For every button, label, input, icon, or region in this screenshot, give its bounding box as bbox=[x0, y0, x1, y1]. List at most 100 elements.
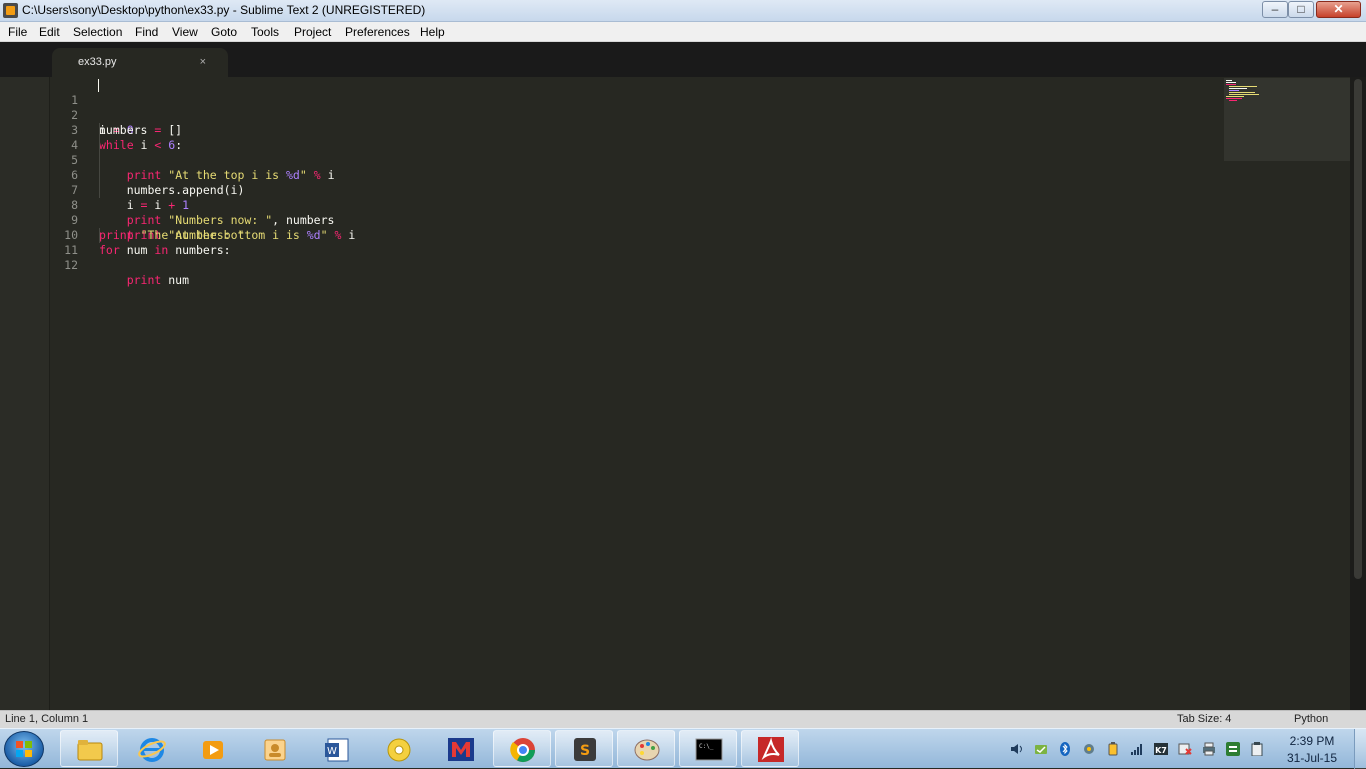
contacts-icon bbox=[264, 739, 286, 761]
taskbar-word[interactable]: W bbox=[307, 730, 365, 767]
code-line: 2 numbers = [] bbox=[50, 93, 1220, 137]
menu-file[interactable]: File bbox=[8, 25, 27, 39]
sync-icon[interactable] bbox=[1034, 742, 1048, 756]
minimap-line bbox=[1229, 90, 1239, 91]
minimap-line bbox=[1229, 92, 1255, 93]
indent-guide bbox=[99, 168, 100, 183]
signal-icon[interactable] bbox=[1130, 742, 1144, 756]
menu-bar: File Edit Selection Find View Goto Tools… bbox=[0, 22, 1366, 42]
minimap-line bbox=[1226, 98, 1242, 99]
taskbar-explorer[interactable] bbox=[60, 730, 118, 767]
sidebar-strip bbox=[0, 77, 50, 710]
indent-guide bbox=[99, 228, 100, 243]
taskbar-media-player[interactable] bbox=[183, 730, 241, 767]
taskbar-chrome[interactable] bbox=[493, 730, 551, 767]
chrome-icon bbox=[510, 738, 535, 763]
menu-tools[interactable]: Tools bbox=[251, 25, 279, 39]
taskbar-sublime-text[interactable]: S bbox=[555, 730, 613, 767]
printer-icon[interactable] bbox=[1202, 742, 1216, 756]
mcafee-icon bbox=[448, 738, 474, 761]
disconnected-icon[interactable] bbox=[1178, 742, 1192, 756]
show-desktop-button[interactable] bbox=[1354, 729, 1366, 769]
indent-guide bbox=[99, 183, 100, 198]
menu-edit[interactable]: Edit bbox=[39, 25, 60, 39]
code-line: 4 print "At the top i is %d" % i bbox=[50, 123, 1220, 182]
code-line: 10 for num in numbers: bbox=[50, 213, 1220, 257]
folder-icon bbox=[77, 740, 103, 761]
command-prompt-icon: C:\_ bbox=[695, 738, 723, 761]
status-bar: Line 1, Column 1 Tab Size: 4 Python bbox=[0, 710, 1366, 728]
tab-ex33[interactable]: ex33.py × bbox=[52, 48, 228, 77]
indent-guide bbox=[99, 138, 100, 153]
volume-icon[interactable] bbox=[1010, 742, 1024, 756]
taskbar-internet-explorer[interactable] bbox=[122, 730, 180, 767]
minimap-line bbox=[1229, 94, 1259, 95]
windows-flag-icon bbox=[16, 741, 32, 757]
clock-date[interactable]: 31-Jul-15 bbox=[1282, 751, 1342, 765]
internet-explorer-icon bbox=[138, 738, 166, 762]
code-line: 12 bbox=[50, 243, 1220, 272]
media-player-icon bbox=[203, 741, 223, 759]
code-editor[interactable]: 1 i = 0 2 numbers = [] 3 while i < 6: 4 … bbox=[50, 77, 1350, 710]
code-line: 11 print num bbox=[50, 228, 1220, 287]
scroll-thumb[interactable] bbox=[1354, 79, 1362, 579]
maximize-button[interactable]: □ bbox=[1288, 1, 1314, 18]
menu-goto[interactable]: Goto bbox=[211, 25, 237, 39]
menu-preferences[interactable]: Preferences bbox=[345, 25, 410, 39]
power-icon[interactable] bbox=[1106, 742, 1120, 756]
line-number: 12 bbox=[64, 258, 78, 272]
minimap-line bbox=[1229, 100, 1237, 101]
word-icon: W bbox=[325, 738, 349, 762]
svg-text:C:\_: C:\_ bbox=[699, 743, 714, 750]
code-line: 7 print "Numbers now: ", numbers bbox=[50, 168, 1220, 227]
sublime-app-icon[interactable] bbox=[3, 3, 18, 18]
tab-bar: ex33.py × bbox=[0, 42, 1366, 77]
taskbar-acrobat[interactable] bbox=[741, 730, 799, 767]
syntax-indicator[interactable]: Python bbox=[1294, 713, 1328, 725]
svg-text:K7: K7 bbox=[1155, 746, 1167, 755]
green-app-icon[interactable] bbox=[1226, 742, 1240, 756]
clock-time[interactable]: 2:39 PM bbox=[1282, 734, 1342, 748]
menu-find[interactable]: Find bbox=[135, 25, 158, 39]
text-cursor bbox=[98, 79, 99, 92]
minimap-line bbox=[1229, 86, 1257, 87]
vertical-scrollbar[interactable] bbox=[1350, 77, 1366, 710]
code-line: 3 while i < 6: bbox=[50, 108, 1220, 152]
paint-palette-icon bbox=[634, 739, 660, 761]
minimap-line bbox=[1226, 96, 1244, 97]
svg-text:W: W bbox=[327, 746, 337, 757]
menu-help[interactable]: Help bbox=[420, 25, 445, 39]
code-line: 1 i = 0 bbox=[50, 78, 1220, 137]
minimap-line bbox=[1226, 84, 1236, 85]
k7-antivirus-icon[interactable]: K7 bbox=[1154, 742, 1168, 756]
minimap-line bbox=[1226, 82, 1236, 83]
minimize-button[interactable]: – bbox=[1262, 1, 1288, 18]
cursor-position: Line 1, Column 1 bbox=[5, 713, 89, 725]
disc-icon bbox=[387, 738, 411, 762]
tab-label: ex33.py bbox=[78, 56, 117, 68]
taskbar-command-prompt[interactable]: C:\_ bbox=[679, 730, 737, 767]
svg-text:S: S bbox=[580, 743, 590, 759]
code-line: 8 print "At the bottom i is %d" % i bbox=[50, 183, 1220, 242]
taskbar-folder-app[interactable] bbox=[245, 730, 303, 767]
network-settings-icon[interactable] bbox=[1082, 742, 1096, 756]
start-button[interactable] bbox=[4, 731, 44, 767]
taskbar-disc-app[interactable] bbox=[369, 730, 427, 767]
taskbar-mcafee[interactable] bbox=[431, 730, 489, 767]
taskbar-paint[interactable] bbox=[617, 730, 675, 767]
code-text: print num bbox=[126, 273, 190, 287]
menu-view[interactable]: View bbox=[172, 25, 198, 39]
code-line: 5 numbers.append(i) bbox=[50, 138, 1220, 197]
code-line: 9 print "The numbers: " bbox=[50, 198, 1220, 242]
minimap[interactable] bbox=[1224, 78, 1350, 161]
menu-selection[interactable]: Selection bbox=[73, 25, 122, 39]
menu-project[interactable]: Project bbox=[294, 25, 331, 39]
tab-size-indicator[interactable]: Tab Size: 4 bbox=[1177, 713, 1231, 725]
close-button[interactable]: ✕ bbox=[1316, 1, 1361, 18]
window-title: C:\Users\sony\Desktop\python\ex33.py - S… bbox=[22, 3, 426, 17]
title-bar: C:\Users\sony\Desktop\python\ex33.py - S… bbox=[0, 0, 1366, 22]
tab-close-icon[interactable]: × bbox=[200, 56, 206, 68]
clipboard-icon[interactable] bbox=[1250, 742, 1264, 756]
bluetooth-icon[interactable] bbox=[1058, 742, 1072, 756]
sublime-text-icon: S bbox=[574, 738, 596, 761]
